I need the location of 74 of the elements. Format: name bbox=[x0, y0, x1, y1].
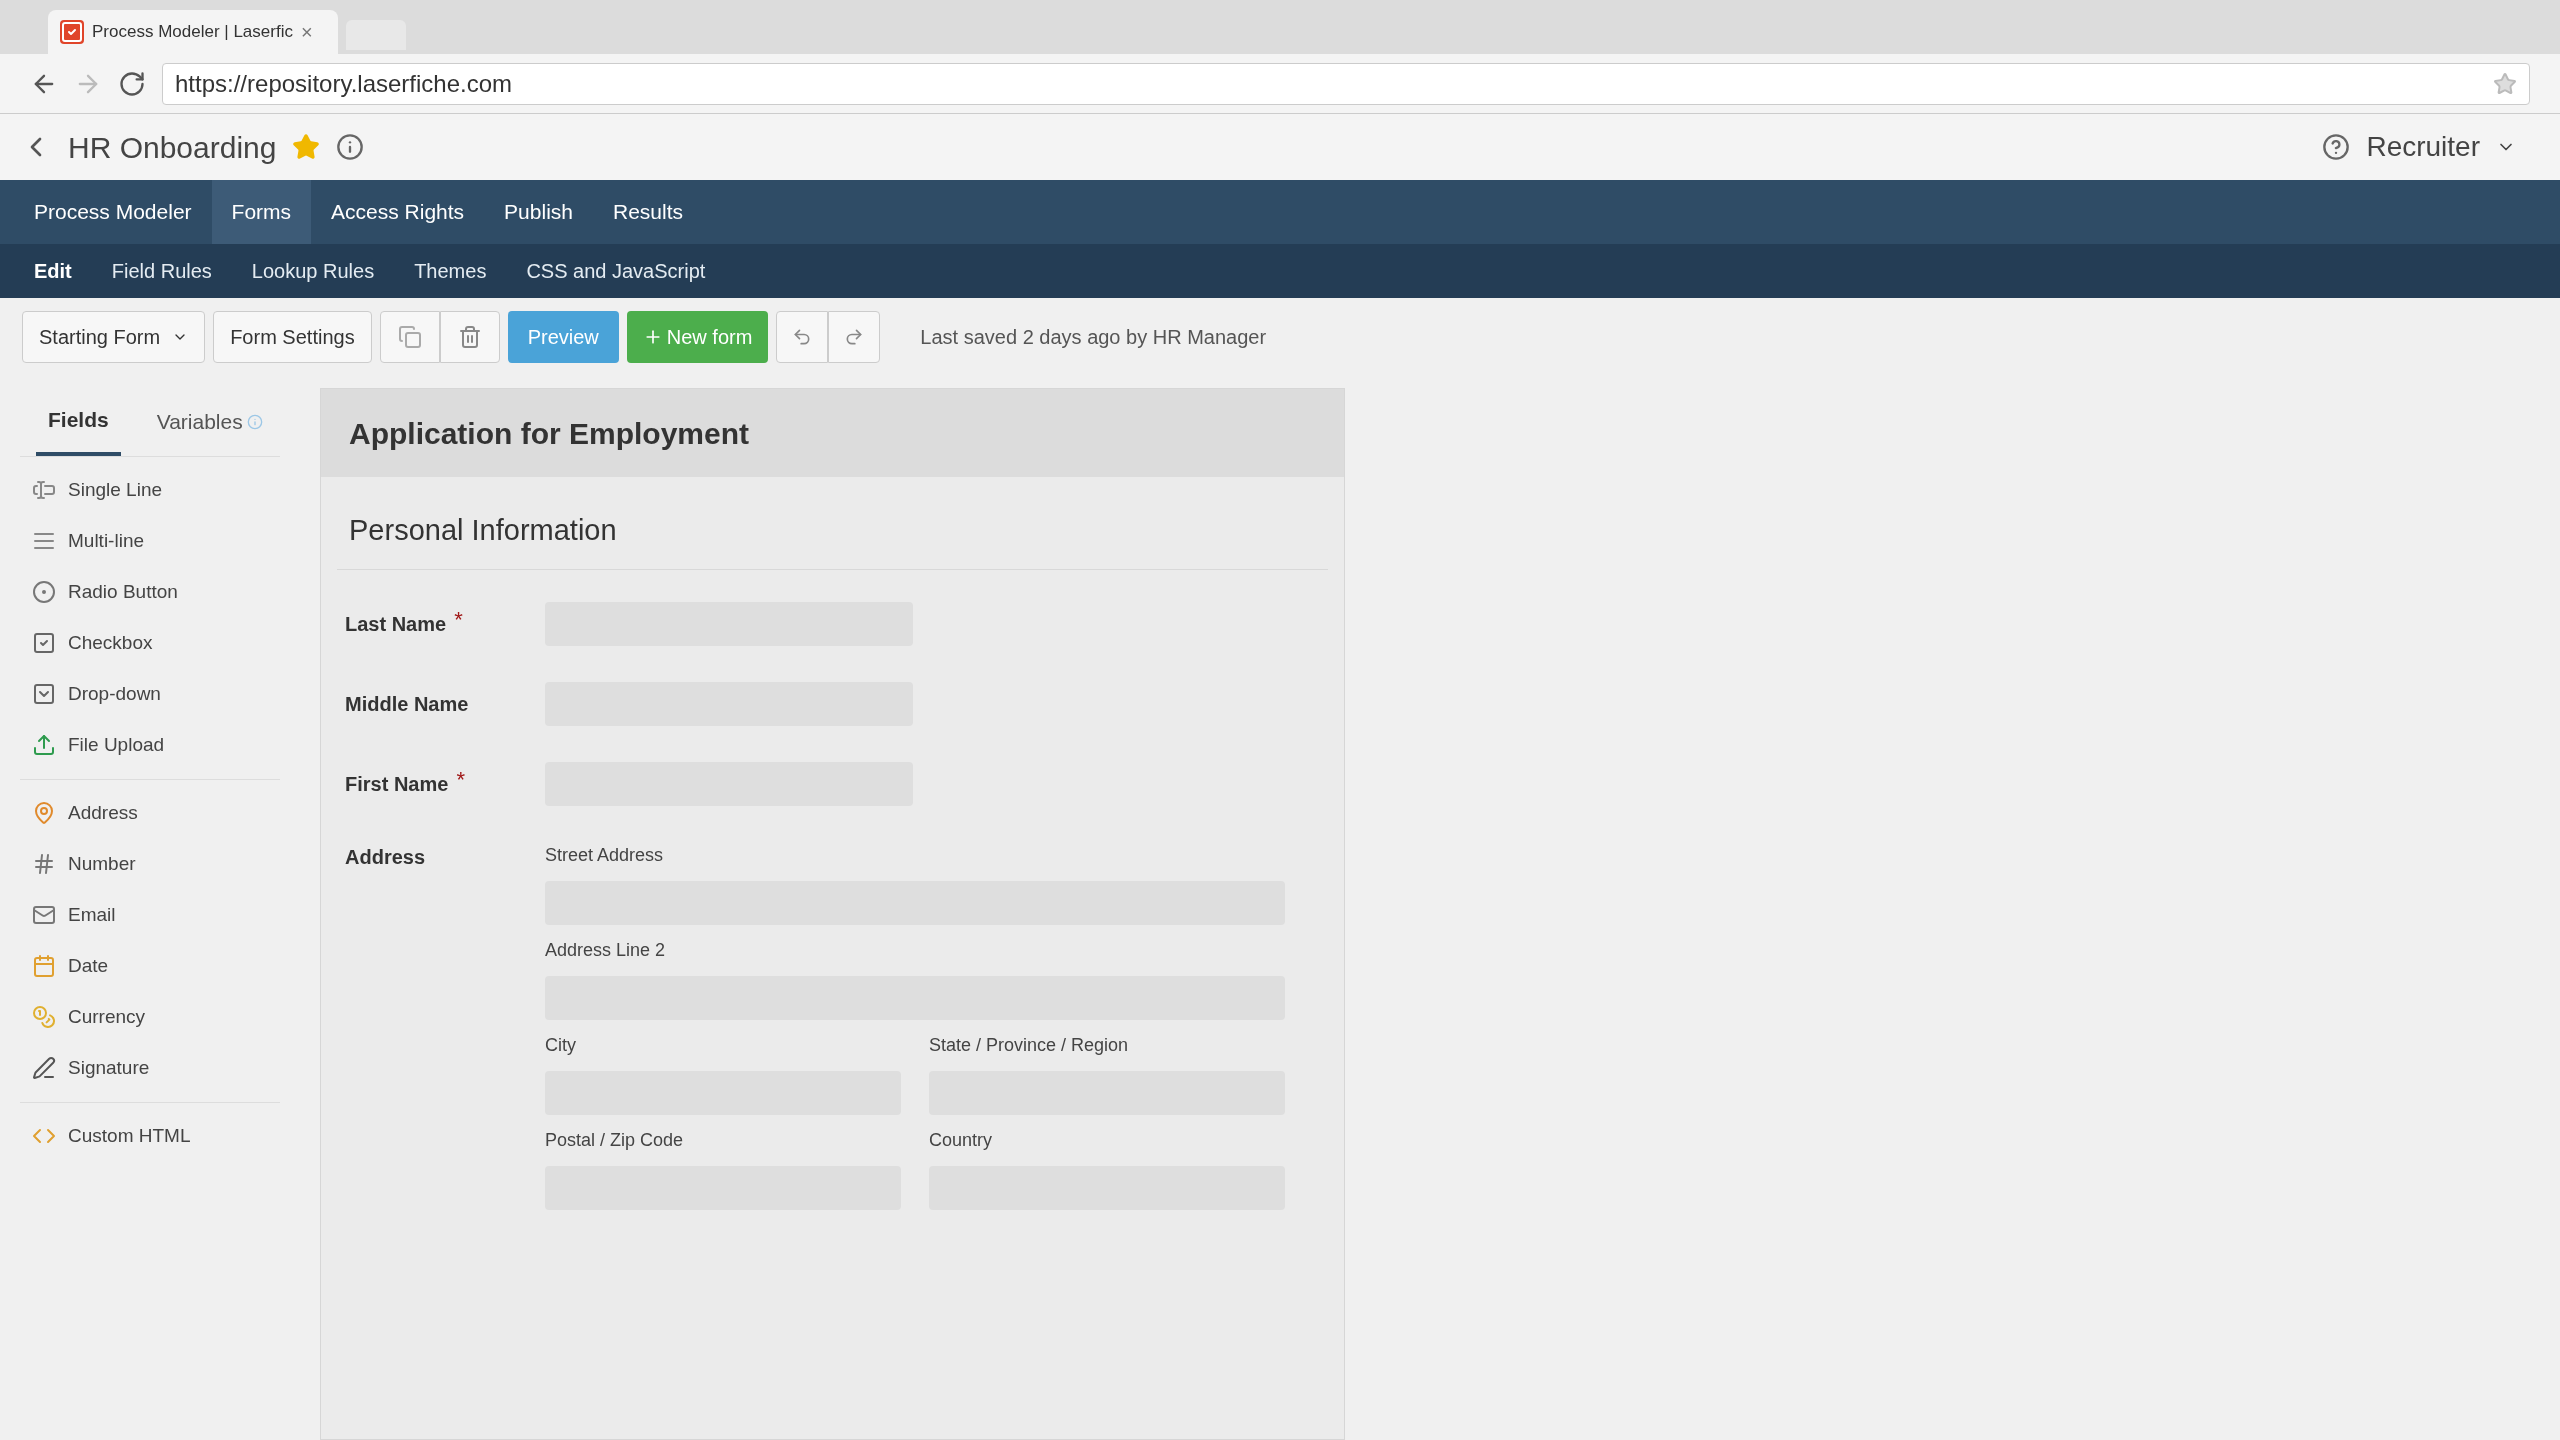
pen-icon bbox=[32, 1056, 56, 1080]
trash-icon bbox=[457, 325, 482, 349]
field-label: First Name bbox=[345, 771, 449, 797]
user-menu-button[interactable]: Recruiter bbox=[2366, 126, 2540, 168]
palette-tab[interactable]: Variables bbox=[144, 388, 275, 456]
upload-icon bbox=[32, 733, 56, 757]
reload-icon[interactable] bbox=[118, 69, 146, 98]
mail-icon bbox=[32, 903, 56, 927]
form-settings-button[interactable]: Form Settings bbox=[213, 311, 372, 363]
palette-item[interactable]: Custom HTML bbox=[20, 1110, 280, 1162]
nav-tab[interactable]: Process Modeler bbox=[14, 180, 212, 244]
required-asterisk: * bbox=[456, 768, 465, 791]
tab-title: Process Modeler | Laserfic bbox=[92, 21, 293, 44]
url-field[interactable]: https://repository.laserfiche.com bbox=[162, 62, 2530, 105]
palette-item[interactable]: File Upload bbox=[20, 719, 280, 771]
palette-item[interactable]: Number bbox=[20, 838, 280, 890]
section-heading: Personal Information bbox=[349, 514, 617, 546]
palette-item[interactable]: Signature bbox=[20, 1042, 280, 1094]
pin-icon bbox=[32, 801, 56, 825]
text-line-icon bbox=[32, 478, 56, 502]
nav-tab[interactable]: Results bbox=[593, 180, 704, 244]
palette-item[interactable]: Radio Button bbox=[20, 566, 280, 618]
number-icon bbox=[32, 852, 56, 876]
delete-button[interactable] bbox=[439, 311, 500, 363]
redo-button[interactable] bbox=[828, 311, 881, 363]
form-title: Application for Employment bbox=[349, 415, 750, 452]
palette-tab[interactable]: Fields bbox=[36, 388, 121, 456]
sub-nav-tab[interactable]: Lookup Rules bbox=[231, 244, 395, 298]
palette-item[interactable]: Single Line bbox=[20, 464, 280, 516]
redo-icon bbox=[844, 327, 865, 347]
sub-field-label: Postal / Zip Code bbox=[545, 1128, 685, 1152]
sub-nav-tab[interactable]: Field Rules bbox=[91, 244, 232, 298]
sub-nav-tab[interactable]: Edit bbox=[14, 244, 92, 298]
sub-nav-tab[interactable]: Themes bbox=[394, 244, 507, 298]
required-asterisk: * bbox=[454, 608, 463, 631]
radio-icon bbox=[32, 580, 56, 604]
save-status: Last saved 2 days ago by HR Manager bbox=[920, 325, 1267, 350]
checkbox-icon bbox=[32, 631, 56, 655]
palette-item[interactable]: Email bbox=[20, 889, 280, 941]
copy-icon bbox=[397, 325, 422, 349]
url-text: https://repository.laserfiche.com bbox=[175, 68, 513, 99]
sub-nav-tab[interactable]: CSS and JavaScript bbox=[506, 244, 726, 298]
palette-item[interactable]: Currency bbox=[20, 991, 280, 1043]
nav-tab[interactable]: Publish bbox=[484, 180, 593, 244]
sub-field-label: Country bbox=[929, 1128, 994, 1152]
close-icon[interactable]: × bbox=[300, 17, 313, 47]
form-select-dropdown[interactable]: Starting Form bbox=[22, 311, 206, 363]
palette-item[interactable]: Multi-line bbox=[20, 515, 280, 567]
palette-item[interactable]: Date bbox=[20, 940, 280, 992]
info-icon[interactable] bbox=[336, 133, 365, 161]
coins-icon bbox=[32, 1005, 56, 1029]
palette-item[interactable]: Address bbox=[20, 787, 280, 839]
field-label: Middle Name bbox=[345, 691, 469, 717]
info-icon bbox=[246, 413, 263, 430]
palette-item[interactable]: Checkbox bbox=[20, 617, 280, 669]
dropdown-icon bbox=[32, 682, 56, 706]
palette-item[interactable]: Drop-down bbox=[20, 668, 280, 720]
copy-button[interactable] bbox=[379, 311, 440, 363]
calendar-icon bbox=[32, 954, 56, 978]
help-icon[interactable] bbox=[2322, 133, 2351, 161]
undo-button[interactable] bbox=[776, 311, 829, 363]
star-icon[interactable] bbox=[292, 133, 321, 161]
sub-field-label: Address Line 2 bbox=[545, 938, 667, 962]
browser-tab[interactable]: Process Modeler | Laserfic × bbox=[48, 10, 338, 54]
nav-tab[interactable]: Forms bbox=[211, 180, 312, 244]
app-logo-icon bbox=[60, 20, 84, 44]
field-label: Last Name bbox=[345, 611, 447, 637]
sub-field-label: State / Province / Region bbox=[929, 1033, 1130, 1057]
process-title: HR Onboarding bbox=[68, 129, 277, 166]
sub-field-label: Street Address bbox=[545, 843, 665, 867]
nav-tab[interactable]: Access Rights bbox=[311, 180, 485, 244]
bookmark-star-icon[interactable] bbox=[2493, 71, 2517, 96]
sub-field-label: City bbox=[545, 1033, 577, 1057]
field-label: Address bbox=[345, 845, 426, 868]
